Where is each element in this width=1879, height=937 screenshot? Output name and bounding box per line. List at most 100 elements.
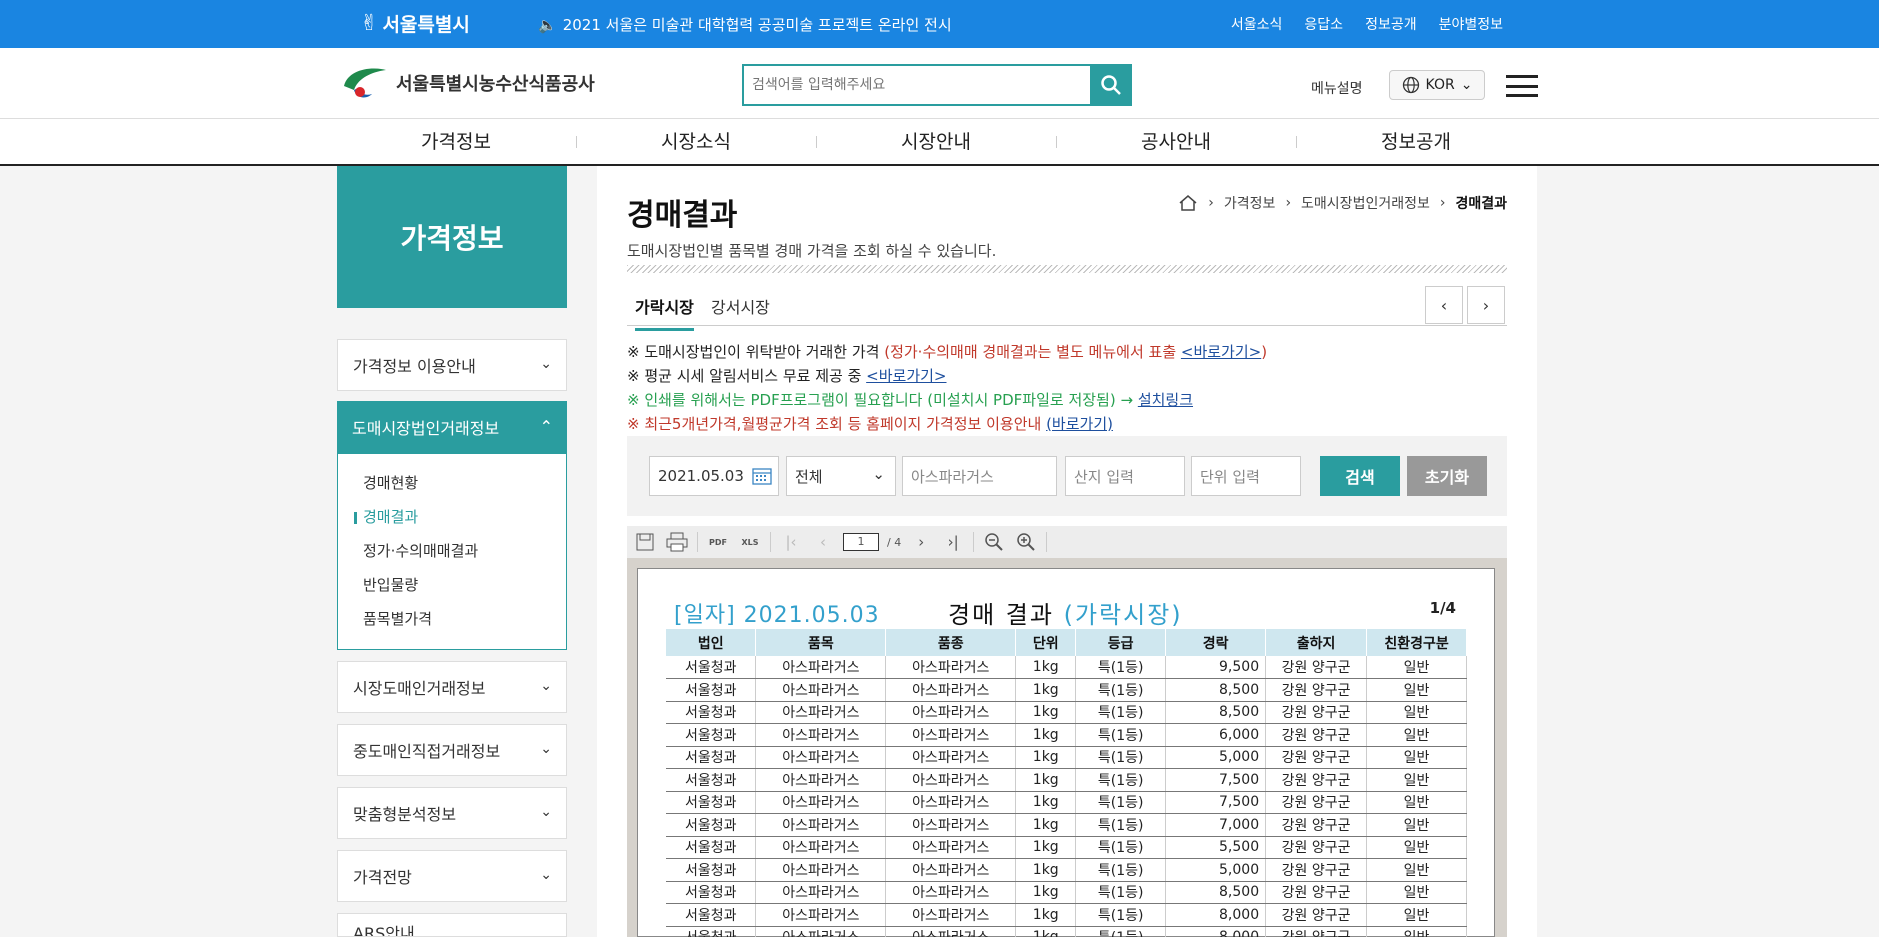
- xls-export-icon[interactable]: XLS: [738, 530, 762, 554]
- notice-text: ※ 도매시장법인이 위탁받아 거래한 가격: [627, 343, 885, 361]
- table-cell: 아스파라거스: [755, 881, 887, 904]
- sidebar-title: 가격정보: [337, 166, 567, 308]
- sidebar-item-price-outlook[interactable]: 가격전망 ⌄: [337, 850, 567, 902]
- sidebar-sub-item-price[interactable]: 품목별가격: [338, 602, 566, 636]
- table-cell: 일반: [1366, 746, 1467, 769]
- table-cell: 서울청과: [666, 926, 757, 937]
- alert-service-link[interactable]: <바로가기>: [866, 367, 946, 385]
- tab-prev-button[interactable]: ‹: [1425, 286, 1463, 324]
- sidebar-item-direct-trade[interactable]: 중도매인직접거래정보 ⌄: [337, 724, 567, 776]
- top-link-news[interactable]: 서울소식: [1231, 14, 1283, 34]
- search-input[interactable]: [744, 66, 1084, 104]
- install-link[interactable]: 설치링크: [1138, 391, 1193, 409]
- table-cell: 일반: [1366, 701, 1467, 724]
- table-cell: 아스파라거스: [755, 701, 887, 724]
- sidebar-item-label: 가격정보 이용안내: [353, 357, 476, 376]
- pdf-export-icon[interactable]: PDF: [706, 530, 730, 554]
- page-number-input[interactable]: 1: [843, 533, 879, 551]
- table-cell: 강원 양구군: [1265, 926, 1368, 937]
- home-icon[interactable]: [1178, 194, 1198, 212]
- nav-disclosure[interactable]: 정보공개: [1296, 119, 1536, 165]
- table-cell: 7,500: [1165, 791, 1267, 814]
- table-cell: 아스파라거스: [755, 836, 887, 859]
- breadcrumb-item[interactable]: 도매시장법인거래정보: [1301, 193, 1430, 213]
- search-button[interactable]: [1090, 64, 1132, 106]
- table-cell: 5,000: [1165, 858, 1267, 882]
- print-icon[interactable]: [665, 530, 689, 554]
- search-submit-button[interactable]: 검색: [1320, 456, 1400, 496]
- top-links: 서울소식 응답소 정보공개 분야별정보: [1231, 14, 1503, 34]
- top-link-disclosure[interactable]: 정보공개: [1365, 14, 1417, 34]
- table-cell: 특(1등): [1075, 791, 1167, 814]
- sidebar-sub-auction-result[interactable]: 경매결과: [338, 500, 566, 534]
- table-cell: 1kg: [1015, 723, 1077, 747]
- item-input[interactable]: 아스파라거스: [902, 456, 1057, 496]
- table-cell: 특(1등): [1075, 723, 1167, 747]
- sidebar-item-market-wholesaler[interactable]: 시장도매인거래정보 ⌄: [337, 661, 567, 713]
- sidebar-sub-fixed-price-result[interactable]: 정가·수의매매결과: [338, 534, 566, 568]
- nav-market-guide[interactable]: 시장안내: [816, 119, 1056, 165]
- page-total: / 4: [887, 535, 902, 549]
- top-link-response[interactable]: 응답소: [1304, 14, 1343, 34]
- content-area: 경매결과 › 가격정보 › 도매시장법인거래정보 › 경매결과 도매시장법인별 …: [597, 166, 1537, 937]
- table-cell: 강원 양구군: [1265, 881, 1368, 904]
- table-cell: 아스파라거스: [755, 903, 887, 927]
- tab-garak[interactable]: 가락시장: [635, 294, 694, 331]
- table-row: 서울청과 아스파라거스 아스파라거스 1kg 특(1등) 8,500 강원 양구군 일반: [666, 678, 1467, 702]
- origin-input[interactable]: 산지 입력: [1065, 456, 1185, 496]
- corp-select[interactable]: 전체 ⌄: [786, 456, 896, 496]
- goto-link[interactable]: <바로가기>: [1181, 343, 1261, 361]
- notice-ticker[interactable]: 🔈 2021 서울은 미술관 대학협력 공공미술 프로젝트 온라인 전시: [538, 14, 952, 35]
- table-cell: 8,000: [1165, 926, 1267, 937]
- notice-line: ※ 최근5개년가격,월평균가격 조회 등 홈페이지 가격정보 이용안내 (바로가…: [627, 412, 1267, 436]
- breadcrumb-item[interactable]: 가격정보: [1224, 193, 1276, 213]
- table-cell: 강원 양구군: [1265, 656, 1368, 679]
- last-page-icon[interactable]: ›|: [941, 530, 965, 554]
- col-header: 품종: [885, 629, 1017, 656]
- language-value: KOR: [1425, 77, 1455, 93]
- report-viewer-toolbar: PDF XLS |‹ ‹ 1 / 4 › ›|: [627, 526, 1507, 558]
- language-select[interactable]: KOR ⌄: [1389, 70, 1485, 100]
- chevron-right-icon: ›: [1285, 195, 1292, 211]
- chevron-down-icon: ⌄: [540, 741, 552, 757]
- seoul-logo-text: 서울특별시: [382, 14, 470, 36]
- reset-button[interactable]: 초기화: [1407, 456, 1487, 496]
- brand-logo[interactable]: 서울특별시농수산식품공사: [340, 64, 595, 102]
- next-page-icon[interactable]: ›: [909, 530, 933, 554]
- zoom-out-icon[interactable]: [982, 530, 1006, 554]
- sidebar-sub-inbound-volume[interactable]: 반입물량: [338, 568, 566, 602]
- nav-market-news[interactable]: 시장소식: [576, 119, 816, 165]
- sidebar-item-wholesale-corp[interactable]: 도매시장법인거래정보 ⌃: [337, 401, 567, 453]
- prev-page-icon[interactable]: ‹: [811, 530, 835, 554]
- sidebar-item-custom-analysis[interactable]: 맞춤형분석정보 ⌄: [337, 787, 567, 839]
- site-search: [742, 64, 1132, 106]
- sidebar-item-usage-guide[interactable]: 가격정보 이용안내 ⌄: [337, 339, 567, 391]
- top-bar: ✌ 서울특별시 🔈 2021 서울은 미술관 대학협력 공공미술 프로젝트 온라…: [0, 0, 1879, 48]
- table-cell: 특(1등): [1075, 926, 1167, 937]
- table-row: 서울청과 아스파라거스 아스파라거스 1kg 특(1등) 7,000 강원 양구군 일반: [666, 813, 1467, 837]
- usage-guide-link[interactable]: (바로가기): [1046, 415, 1113, 433]
- hamburger-menu-icon[interactable]: [1506, 75, 1538, 97]
- table-cell: 아스파라거스: [885, 678, 1017, 702]
- seoul-logo[interactable]: ✌ 서울특별시: [360, 10, 470, 37]
- date-field[interactable]: 2021.05.03: [649, 456, 779, 496]
- nav-price-info[interactable]: 가격정보: [336, 119, 576, 165]
- calendar-icon[interactable]: [752, 467, 772, 485]
- chevron-up-icon: ⌃: [539, 417, 553, 436]
- unit-input[interactable]: 단위 입력: [1191, 456, 1301, 496]
- menu-description-link[interactable]: 메뉴설명: [1311, 78, 1363, 98]
- nav-corp-guide[interactable]: 공사안내: [1056, 119, 1296, 165]
- table-cell: 강원 양구군: [1265, 723, 1368, 747]
- sidebar-sub-auction-status[interactable]: 경매현황: [338, 466, 566, 500]
- tab-gangseo[interactable]: 강서시장: [711, 294, 770, 318]
- table-cell: 아스파라거스: [755, 926, 887, 937]
- sidebar-item-ars[interactable]: ARS안내: [337, 913, 567, 937]
- globe-icon: [1402, 76, 1419, 94]
- save-icon[interactable]: [633, 530, 657, 554]
- sidebar-item-label: 맞춤형분석정보: [353, 805, 457, 824]
- top-link-fields[interactable]: 분야별정보: [1439, 14, 1503, 34]
- zoom-in-icon[interactable]: [1014, 530, 1038, 554]
- first-page-icon[interactable]: |‹: [779, 530, 803, 554]
- tab-next-button[interactable]: ›: [1467, 286, 1505, 324]
- report-viewer[interactable]: [일자] 2021.05.03 경매 결과 (가락시장) 1/4 법인 품목 품…: [627, 558, 1507, 937]
